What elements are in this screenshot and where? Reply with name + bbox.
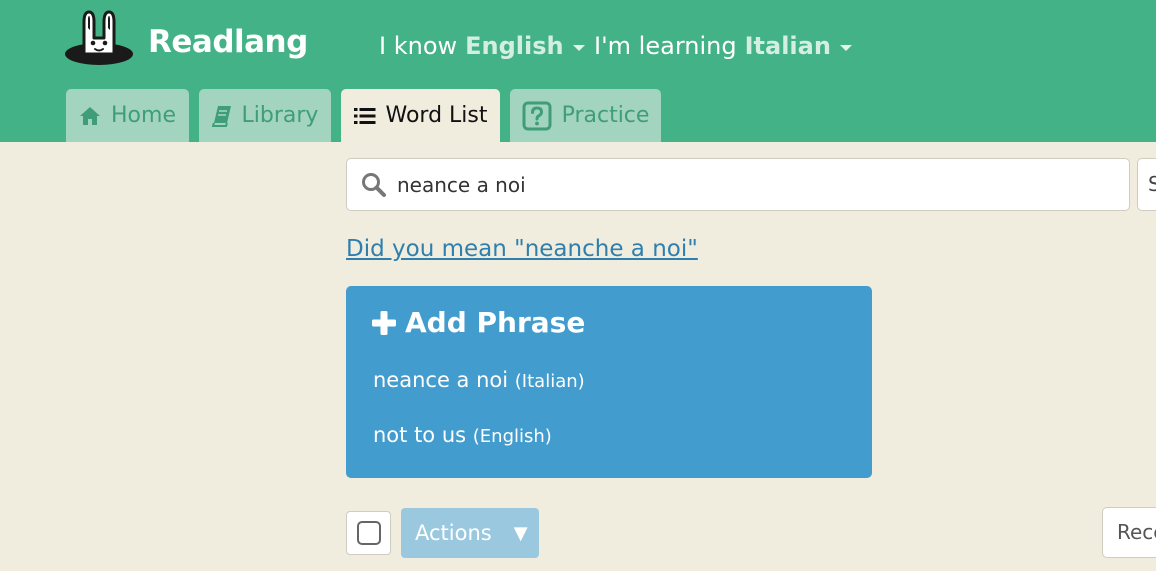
add-phrase-title: Add Phrase	[405, 306, 586, 339]
sort-select[interactable]: S	[1137, 158, 1156, 211]
app-header: Readlang I know English I'm learning Ita…	[0, 0, 1156, 142]
did-you-mean-link[interactable]: Did you mean "neanche a noi"	[346, 236, 698, 262]
tab-practice[interactable]: Practice	[510, 89, 661, 142]
order-select[interactable]: Rece	[1102, 507, 1156, 558]
add-phrase-panel[interactable]: Add Phrase neance a noi (Italian) not to…	[346, 286, 872, 478]
chevron-down-icon	[572, 44, 585, 51]
tab-home[interactable]: Home	[66, 89, 189, 142]
phrase-translation: not to us (English)	[373, 423, 552, 447]
checkbox-box	[356, 521, 381, 545]
chevron-down-icon	[839, 44, 852, 51]
tab-library[interactable]: Library	[199, 89, 331, 142]
tab-library-label: Library	[241, 103, 319, 128]
tab-word-list[interactable]: Word List	[341, 89, 500, 142]
list-icon	[353, 107, 375, 124]
phrase-translation-text: not to us	[373, 423, 467, 447]
plus-icon	[372, 310, 396, 335]
search-icon	[362, 172, 386, 197]
select-all-checkbox[interactable]	[346, 511, 391, 555]
tab-home-label: Home	[111, 103, 176, 128]
phrase-translation-language: (English)	[472, 426, 552, 447]
tab-practice-label: Practice	[561, 103, 650, 128]
phrase-source-language: (Italian)	[514, 371, 585, 392]
learning-language-dropdown[interactable]: I'm learning Italian	[594, 32, 852, 60]
learning-language-prefix: I'm learning	[594, 32, 737, 60]
triangle-down-icon: ▼	[513, 522, 528, 544]
app-brand[interactable]: Readlang	[148, 24, 308, 60]
search-box[interactable]	[346, 158, 1130, 211]
known-language-dropdown[interactable]: I know English	[379, 32, 585, 60]
tab-word-list-label: Word List	[385, 103, 488, 128]
search-input[interactable]	[397, 172, 1097, 197]
phrase-source-text: neance a noi	[373, 368, 509, 392]
home-icon	[80, 106, 101, 125]
question-icon	[522, 101, 552, 130]
learning-language-name: Italian	[744, 32, 831, 60]
actions-button[interactable]: Actions ▼	[401, 508, 539, 558]
book-icon	[211, 105, 231, 127]
actions-label: Actions	[415, 521, 492, 545]
phrase-source: neance a noi (Italian)	[373, 368, 585, 392]
known-language-name: English	[465, 32, 564, 60]
bunny-logo-icon[interactable]	[64, 8, 134, 66]
add-phrase-button[interactable]: Add Phrase	[372, 306, 585, 339]
known-language-prefix: I know	[379, 32, 458, 60]
